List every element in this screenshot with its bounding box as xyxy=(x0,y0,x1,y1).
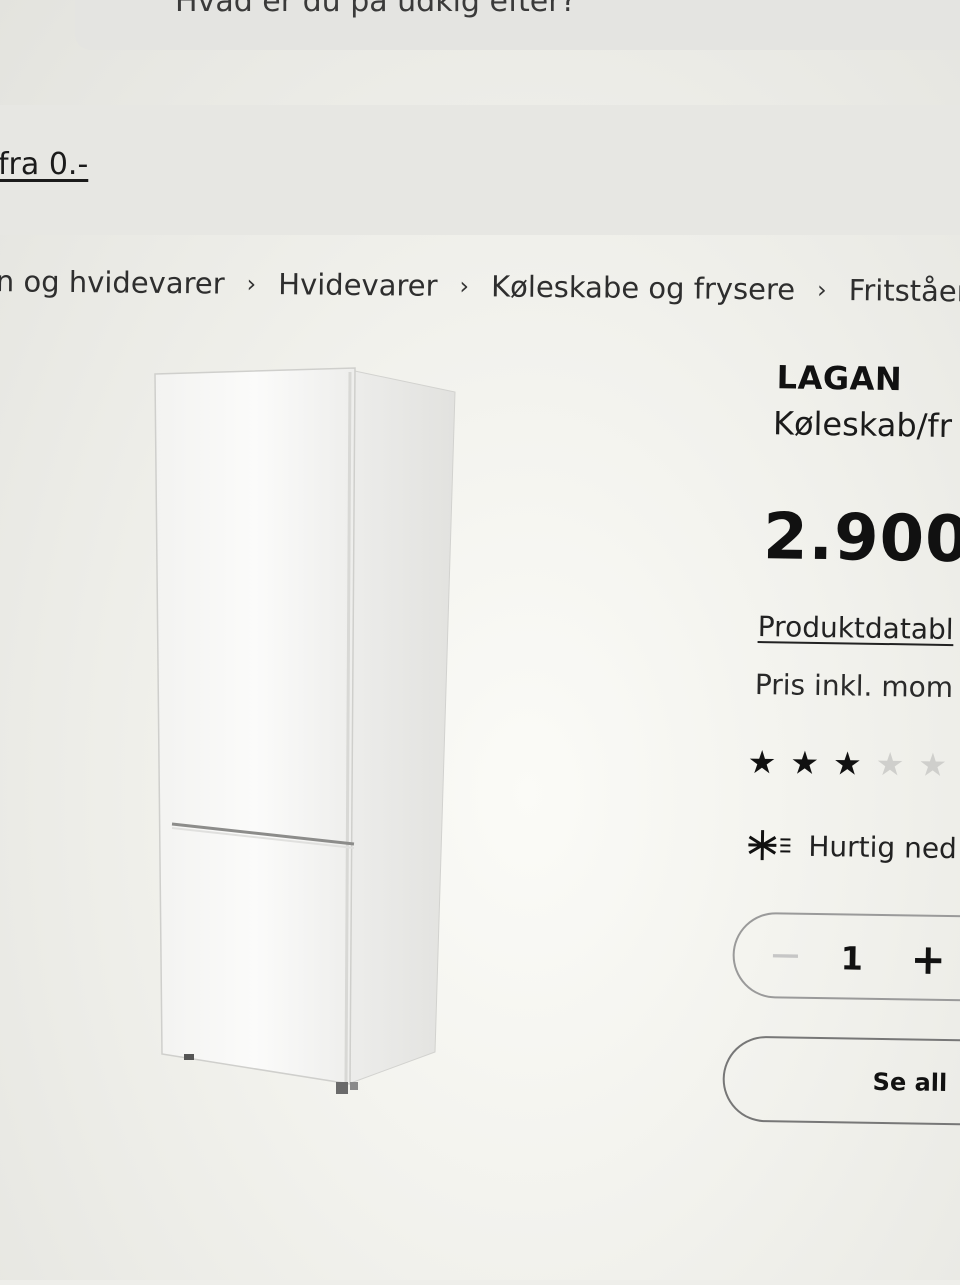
star-filled-icon: ★ xyxy=(747,746,776,778)
price-note: Pris inkl. mom xyxy=(755,668,954,704)
increase-quantity-button[interactable]: + xyxy=(910,934,946,984)
snowflake-fast-freeze-icon xyxy=(746,828,793,863)
quantity-value[interactable]: 1 xyxy=(840,939,863,977)
rating-stars[interactable]: ★ ★ ★ ★ ★ xyxy=(747,746,947,781)
product-info: LAGAN Køleskab/fr 2.900. Produktdatabl P… xyxy=(0,0,960,1283)
datasheet-link[interactable]: Produktdatabl xyxy=(758,610,954,646)
product-brand: LAGAN xyxy=(776,358,902,398)
star-filled-icon: ★ xyxy=(790,747,819,779)
star-empty-icon: ★ xyxy=(875,748,904,780)
feature-fast-freeze: Hurtig ned xyxy=(746,828,957,865)
quantity-stepper[interactable]: − 1 + xyxy=(732,912,960,1003)
decrease-quantity-button[interactable]: − xyxy=(768,932,802,979)
star-empty-icon: ★ xyxy=(918,749,947,781)
product-price: 2.900. xyxy=(763,500,960,578)
product-page: Hvad er du på udkig efter? fra 0.- en og… xyxy=(0,0,960,1280)
product-subtitle: Køleskab/fr xyxy=(773,404,952,445)
see-all-button[interactable]: Se all xyxy=(722,1036,960,1127)
feature-text: Hurtig ned xyxy=(808,829,957,864)
star-filled-icon: ★ xyxy=(833,747,862,779)
see-all-label: Se all xyxy=(872,1068,947,1097)
